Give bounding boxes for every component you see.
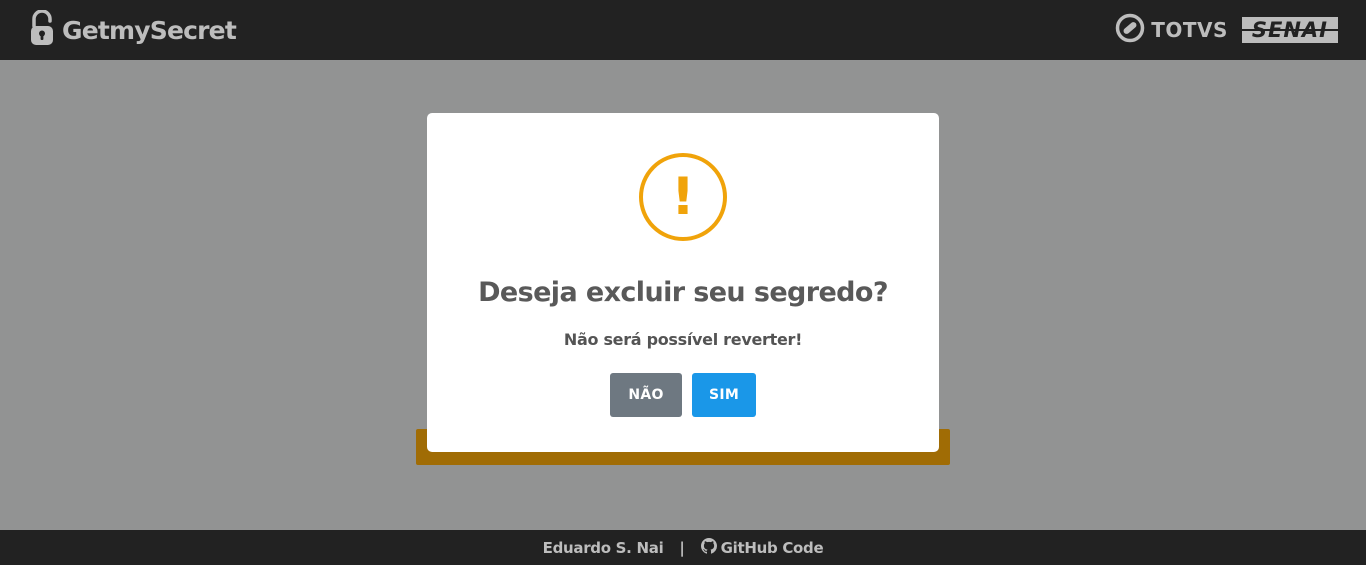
dialog-actions: NÃO SIM [610, 373, 756, 417]
brand-logo[interactable]: GetmySecret [30, 9, 237, 50]
dialog-text: Não será possível reverter! [563, 330, 803, 349]
github-label: GitHub Code [720, 538, 824, 557]
author-name: Eduardo S. Nai [542, 538, 664, 557]
partner-logos: TOTVS SENAI [1115, 13, 1338, 47]
dialog-title: Deseja excluir seu segredo? [478, 277, 888, 308]
confirm-button[interactable]: SIM [692, 373, 756, 417]
totvs-text: TOTVS [1151, 18, 1228, 42]
totvs-icon [1115, 13, 1145, 47]
unlock-icon [30, 9, 54, 50]
confirm-dialog: ! Deseja excluir seu segredo? Não será p… [427, 113, 939, 452]
senai-logo: SENAI [1241, 17, 1338, 43]
brand-name: GetmySecret [62, 15, 237, 45]
app-footer: Eduardo S. Nai | GitHub Code [0, 530, 1366, 565]
cancel-button[interactable]: NÃO [610, 373, 682, 417]
app-header: GetmySecret TOTVS SENAI [0, 0, 1366, 60]
footer-separator: | [679, 538, 685, 557]
totvs-logo: TOTVS [1115, 13, 1228, 47]
github-link[interactable]: GitHub Code [700, 537, 824, 558]
github-icon [700, 537, 717, 558]
warning-icon: ! [639, 153, 727, 241]
